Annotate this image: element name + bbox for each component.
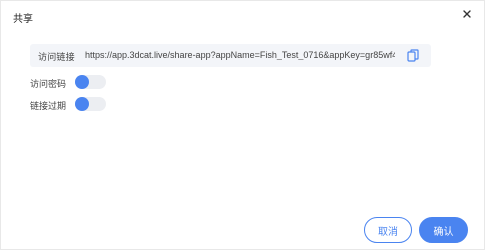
copy-icon[interactable] (407, 49, 419, 62)
access-link-box: 访问链接 https://app.3dcat.live/share-app?ap… (30, 44, 431, 67)
link-expiry-toggle[interactable] (75, 97, 106, 111)
link-expiry-label: 链接过期 (30, 101, 67, 111)
access-link-url[interactable]: https://app.3dcat.live/share-app?appName… (85, 50, 395, 60)
close-icon[interactable] (460, 7, 474, 21)
cancel-button[interactable]: 取消 (364, 217, 412, 243)
share-dialog: 共享 访问链接 https://app.3dcat.live/share-app… (0, 0, 485, 250)
toggle-knob (75, 97, 89, 111)
access-password-label: 访问密码 (30, 79, 67, 89)
toggle-knob (75, 75, 89, 89)
access-password-toggle[interactable] (75, 75, 106, 89)
confirm-button[interactable]: 确认 (419, 217, 468, 243)
access-link-label: 访问链接 (38, 52, 75, 62)
dialog-title: 共享 (13, 14, 33, 25)
